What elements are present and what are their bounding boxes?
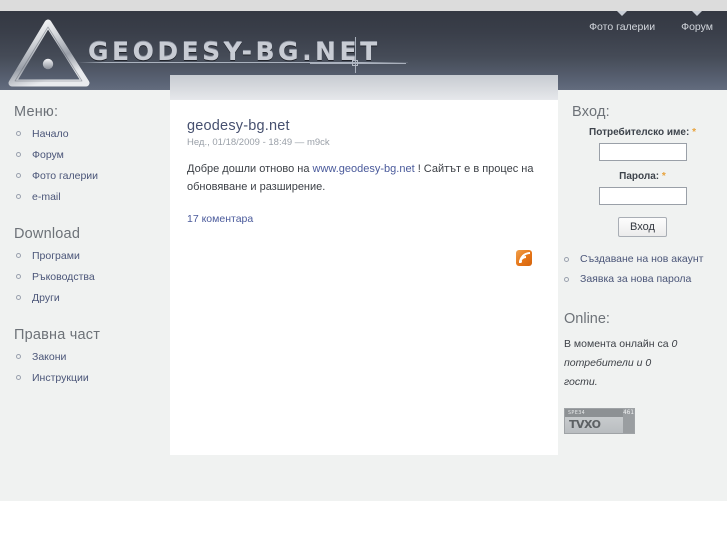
sidebar-item-laws[interactable]: Закони bbox=[0, 350, 170, 364]
sidebar-item-manuals[interactable]: Ръководства bbox=[0, 270, 170, 284]
footer-whitespace bbox=[0, 501, 727, 545]
login-submit-button[interactable]: Вход bbox=[618, 217, 667, 237]
comments-link[interactable]: 17 коментара bbox=[187, 213, 253, 225]
sidebar-item-instructions[interactable]: Инструкции bbox=[0, 371, 170, 385]
bullet-icon bbox=[564, 277, 569, 282]
top-nav-item-forum[interactable]: Форум bbox=[681, 11, 713, 33]
left-sidebar: Меню: Начало Форум Фото галерии e-mail D… bbox=[0, 90, 170, 501]
top-navigation: Фото галерии Форум bbox=[589, 11, 713, 41]
top-strip bbox=[0, 0, 727, 11]
top-nav-label: Фото галерии bbox=[589, 21, 656, 33]
sidebar-item-email[interactable]: e-mail bbox=[0, 190, 170, 204]
login-links-list: Създаване на нов акаунт Заявка за нова п… bbox=[558, 253, 727, 285]
sidebar-block-download: Download Програми Ръководства Други bbox=[0, 226, 170, 305]
login-block: Вход: Потребителско име: * Парола: * Вхо… bbox=[558, 104, 727, 285]
required-marker: * bbox=[692, 127, 696, 138]
sidebar-menu-list: Начало Форум Фото галерии e-mail bbox=[0, 127, 170, 204]
create-account-link[interactable]: Създаване на нов акаунт bbox=[558, 253, 727, 265]
sidebar-item-label: e-mail bbox=[32, 191, 61, 203]
bullet-icon bbox=[16, 194, 21, 199]
online-block: Online: В момента онлайн са 0 потребител… bbox=[558, 311, 727, 434]
sidebar-item-label: Инструкции bbox=[32, 372, 89, 384]
node-body-part-1: Добре дошли отново на bbox=[187, 163, 313, 175]
sidebar-item-label: Начало bbox=[32, 128, 69, 140]
online-block-title: Online: bbox=[564, 311, 610, 327]
bullet-icon bbox=[16, 274, 21, 279]
username-label: Потребителско име: * bbox=[558, 127, 727, 138]
password-input[interactable] bbox=[598, 187, 687, 205]
node-body-text: Добре дошли отново на www.geodesy-bg.net… bbox=[187, 160, 541, 196]
request-new-password-link[interactable]: Заявка за нова парола bbox=[558, 273, 727, 285]
sidebar-block-title: Меню: bbox=[14, 104, 59, 120]
node-submitted-meta: Нед., 01/18/2009 - 18:49 — m9ck bbox=[187, 137, 330, 148]
sidebar-item-label: Ръководства bbox=[32, 271, 95, 283]
bullet-icon bbox=[564, 257, 569, 262]
sidebar-menu-list: Закони Инструкции bbox=[0, 350, 170, 385]
bullet-icon bbox=[16, 152, 21, 157]
online-users-count: 0 bbox=[671, 338, 678, 350]
caret-down-icon bbox=[617, 11, 628, 16]
top-nav-item-photo-galleries[interactable]: Фото галерии bbox=[589, 11, 655, 33]
right-sidebar: Вход: Потребителско име: * Парола: * Вхо… bbox=[558, 90, 727, 501]
login-link-label: Заявка за нова парола bbox=[580, 273, 692, 285]
node-title: geodesy-bg.net bbox=[187, 118, 290, 134]
panel-top-gradient bbox=[170, 75, 558, 100]
rss-arc-outer bbox=[519, 251, 530, 263]
login-link-label: Създаване на нов акаунт bbox=[580, 253, 704, 265]
sidebar-block-menu: Меню: Начало Форум Фото галерии e-mail bbox=[0, 104, 170, 204]
submit-row: Вход bbox=[558, 217, 727, 237]
sidebar-item-forum[interactable]: Форум bbox=[0, 148, 170, 162]
sidebar-item-programs[interactable]: Програми bbox=[0, 249, 170, 263]
visitor-counter-badge[interactable]: SPE34 TVXO 461 bbox=[564, 408, 635, 434]
bullet-icon bbox=[16, 173, 21, 178]
username-label-text: Потребителско име: bbox=[589, 127, 690, 138]
panel-body: geodesy-bg.net Нед., 01/18/2009 - 18:49 … bbox=[170, 100, 558, 267]
counter-digits: 461 bbox=[623, 409, 634, 433]
counter-brand-label: TVXO bbox=[569, 418, 601, 431]
sidebar-item-photo-galleries[interactable]: Фото галерии bbox=[0, 169, 170, 183]
node-body-link[interactable]: www.geodesy-bg.net bbox=[313, 163, 415, 175]
online-text-part-2: потребители и bbox=[564, 357, 646, 369]
sidebar-item-label: Форум bbox=[32, 149, 64, 161]
counter-top-label: SPE34 bbox=[568, 410, 586, 416]
username-row: Потребителско име: * bbox=[558, 127, 727, 161]
main-content-panel: geodesy-bg.net Нед., 01/18/2009 - 18:49 … bbox=[170, 75, 558, 455]
sidebar-item-other[interactable]: Други bbox=[0, 291, 170, 305]
sidebar-block-title: Правна част bbox=[14, 327, 101, 343]
required-marker: * bbox=[661, 171, 666, 182]
password-label-text: Парола: bbox=[619, 171, 660, 182]
password-label: Парола: * bbox=[558, 171, 727, 182]
sidebar-menu-list: Програми Ръководства Други bbox=[0, 249, 170, 305]
caret-down-icon bbox=[692, 11, 703, 16]
sidebar-block-legal: Правна част Закони Инструкции bbox=[0, 327, 170, 385]
crosshair-vertical-icon bbox=[355, 37, 356, 73]
sidebar-item-label: Програми bbox=[32, 250, 80, 262]
survey-triangle-icon bbox=[7, 17, 93, 89]
sidebar-item-home[interactable]: Начало bbox=[0, 127, 170, 141]
page-root: GEODESY-BG.NET Фото галерии Форум Меню: bbox=[0, 0, 727, 501]
sidebar-item-label: Фото галерии bbox=[32, 170, 99, 182]
online-status-text: В момента онлайн са 0 потребители и 0 го… bbox=[564, 335, 684, 392]
password-row: Парола: * bbox=[558, 171, 727, 205]
crosshair-center-box-icon bbox=[352, 60, 358, 66]
bullet-icon bbox=[16, 295, 21, 300]
bullet-icon bbox=[16, 131, 21, 136]
online-guests-count: 0 bbox=[645, 357, 652, 369]
feed-row bbox=[187, 249, 541, 267]
sidebar-item-label: Закони bbox=[32, 351, 67, 363]
username-input[interactable] bbox=[598, 143, 687, 161]
rss-feed-icon[interactable] bbox=[516, 249, 532, 266]
sidebar-block-title: Download bbox=[14, 226, 81, 242]
login-block-title: Вход: bbox=[572, 104, 610, 120]
sidebar-item-label: Други bbox=[32, 292, 60, 304]
body-columns: Меню: Начало Форум Фото галерии e-mail D… bbox=[0, 75, 727, 501]
bullet-icon bbox=[16, 354, 21, 359]
bullet-icon bbox=[16, 375, 21, 380]
online-text-part-3: гости. bbox=[564, 376, 598, 388]
crosshair-horizontal-icon bbox=[310, 63, 406, 64]
top-nav-label: Форум bbox=[681, 21, 713, 33]
online-text-part-1: В момента онлайн са bbox=[564, 338, 672, 350]
bullet-icon bbox=[16, 253, 21, 258]
login-form: Потребителско име: * Парола: * Вход bbox=[558, 127, 727, 237]
